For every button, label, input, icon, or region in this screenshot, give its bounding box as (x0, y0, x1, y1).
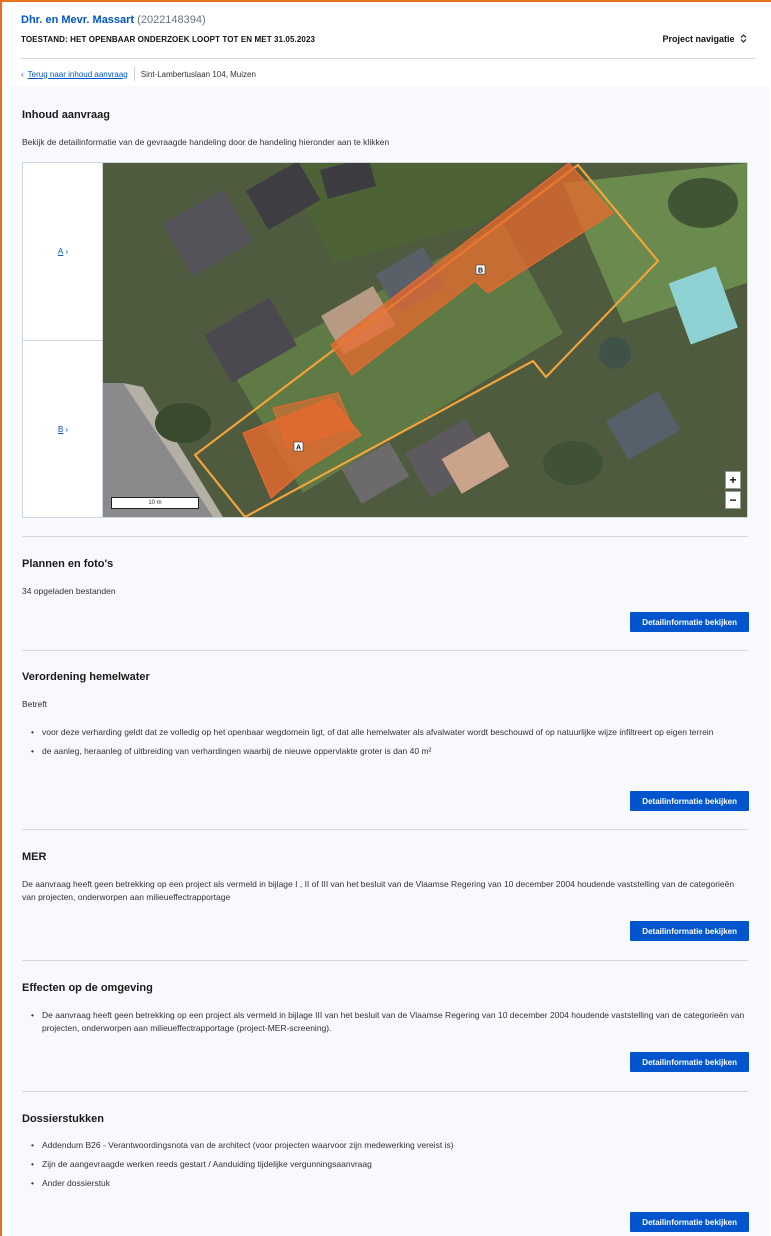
updown-chevron-icon (737, 34, 747, 44)
list-item: Zijn de aangevraagde werken reeds gestar… (31, 1158, 746, 1171)
chevron-left-icon: ‹ (21, 69, 24, 79)
aerial-map[interactable]: B A + − 10 m (103, 163, 747, 517)
section-title-mer: MER (22, 851, 47, 863)
aerial-photo: B A (103, 163, 747, 517)
project-nav-button[interactable]: Project navigatie (662, 34, 747, 44)
list-item: Ander dossierstuk (31, 1177, 746, 1190)
page-header: Dhr. en Mevr. Massart (2022148394) TOEST… (10, 2, 769, 86)
section-divider (22, 960, 748, 961)
plannen-count: 34 opgeladen bestanden (22, 586, 116, 596)
applicant: Dhr. en Mevr. Massart (2022148394) (21, 14, 206, 26)
chevron-right-icon: › (65, 424, 68, 434)
section-title-effecten: Effecten op de omgeving (22, 982, 153, 994)
breadcrumb: ‹ Terug naar inhoud aanvraag Sint-Lamber… (21, 65, 256, 83)
marker-a-label: A (296, 445, 301, 452)
tab-handeling-b[interactable]: B › (23, 341, 103, 517)
zoom-in-button[interactable]: + (725, 471, 741, 489)
header-divider (21, 58, 755, 59)
chevron-right-icon: › (65, 247, 68, 256)
inhoud-intro: Bekijk de detailinformatie van de gevraa… (22, 137, 390, 147)
section-title-hemelwater: Verordening hemelwater (22, 671, 150, 683)
hemelwater-subtitle: Betreft (22, 699, 48, 709)
section-divider (22, 829, 748, 830)
effecten-list: De aanvraag heeft geen betrekking op een… (22, 1009, 746, 1041)
dossier-number: (2022148394) (137, 14, 206, 26)
section-divider (22, 650, 748, 651)
section-divider (22, 536, 748, 537)
dossierstukken-details-button[interactable]: Detailinformatie bekijken (630, 1212, 749, 1232)
marker-b-label: B (478, 268, 483, 275)
mer-text: De aanvraag heeft geen betrekking op een… (22, 879, 735, 902)
address: Sint-Lambertuslaan 104, Muizen (140, 69, 256, 79)
section-title-plannen: Plannen en foto's (22, 558, 114, 570)
section-divider (22, 1091, 748, 1092)
procedure-state: TOESTAND: HET OPENBAAR ONDERZOEK LOOPT T… (21, 35, 316, 44)
breadcrumb-separator (133, 67, 135, 81)
dossierstukken-list: Addendum B26 - Verantwoordingsnota van d… (22, 1139, 746, 1196)
list-item: Addendum B26 - Verantwoordingsnota van d… (31, 1139, 746, 1152)
scale-label: 10 m (148, 500, 162, 506)
zoom-out-button[interactable]: − (725, 491, 741, 509)
section-title-dossierstukken: Dossierstukken (22, 1113, 104, 1125)
list-item: de aanleg, heraanleg of uitbreiding van … (31, 745, 746, 758)
tab-b-label: B (57, 424, 64, 434)
list-item: De aanvraag heeft geen betrekking op een… (31, 1009, 746, 1035)
mer-details-button[interactable]: Detailinformatie bekijken (630, 921, 749, 941)
tab-handeling-a[interactable]: A › (23, 163, 103, 340)
back-link[interactable]: Terug naar inhoud aanvraag (28, 70, 128, 79)
list-item: voor deze verharding geldt dat ze volled… (31, 726, 746, 739)
hemelwater-list: voor deze verharding geldt dat ze volled… (22, 726, 746, 764)
applicant-name[interactable]: Dhr. en Mevr. Massart (21, 14, 134, 26)
section-title-inhoud: Inhoud aanvraag (22, 109, 111, 121)
effecten-details-button[interactable]: Detailinformatie bekijken (630, 1052, 749, 1072)
tab-a-label: A (57, 247, 64, 256)
handeling-tabs: A › B › (23, 163, 103, 517)
scale-bar: 10 m (111, 497, 199, 509)
project-nav-label: Project navigatie (662, 34, 735, 44)
map-panel: A › B › B A + − 10 m (22, 162, 748, 518)
plannen-details-button[interactable]: Detailinformatie bekijken (630, 612, 749, 632)
hemelwater-details-button[interactable]: Detailinformatie bekijken (630, 791, 749, 811)
